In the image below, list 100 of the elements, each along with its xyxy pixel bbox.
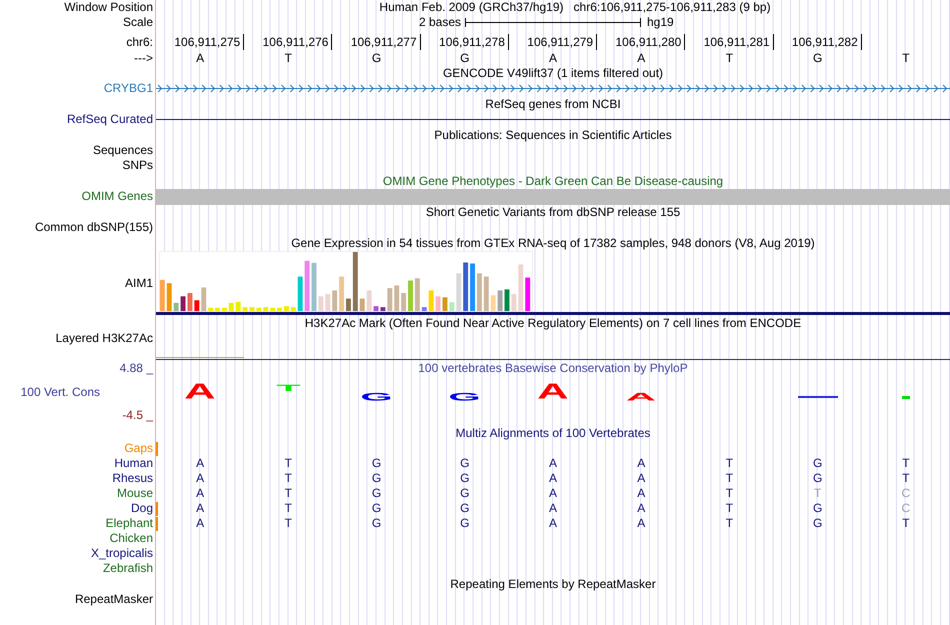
alignment-base: T: [726, 456, 734, 471]
scale-text: 2 bases: [418, 15, 462, 30]
ruler-coordinate: 106,911,277: [350, 34, 421, 50]
alignment-base: A: [548, 471, 557, 486]
alignment-base: T: [284, 471, 292, 486]
expression-bar[interactable]: [180, 296, 186, 312]
logo-letter: A: [537, 381, 569, 403]
alignment-base: A: [637, 516, 646, 531]
species-label[interactable]: Mouse: [116, 486, 153, 501]
alignment-base: T: [726, 471, 734, 486]
alignment-base: A: [637, 501, 646, 516]
assembly-name: Human Feb. 2009 (GRCh37/hg19): [379, 0, 564, 15]
alignment-base: A: [637, 456, 646, 471]
alignment-base: A: [196, 501, 204, 516]
gene-line[interactable]: [156, 119, 950, 120]
alignment-base: A: [637, 471, 646, 486]
expression-bar[interactable]: [463, 262, 468, 312]
species-label[interactable]: Elephant: [106, 516, 153, 531]
track-label[interactable]: SNPs: [122, 158, 153, 173]
alignment-base: G: [812, 456, 822, 471]
base-letter: G: [460, 51, 470, 66]
base-letter: T: [902, 51, 910, 66]
alignment-base: G: [812, 516, 822, 531]
species-label[interactable]: Human: [114, 456, 153, 471]
base-letter: A: [548, 51, 557, 66]
track-title: RefSeq genes from NCBI: [485, 97, 621, 112]
alignment-base: G: [372, 456, 382, 471]
alignment-base: G: [372, 471, 382, 486]
track-label[interactable]: OMIM Genes: [82, 189, 153, 204]
alignment-base: A: [196, 486, 204, 501]
track-title: 100 vertebrates Basewise Conservation by PhyloP: [418, 361, 688, 376]
track-title: GENCODE V49lift37 (1 items filtered out): [442, 66, 664, 81]
alignment-base: A: [548, 516, 557, 531]
row-label: Scale: [122, 15, 153, 30]
alignment-base: G: [460, 471, 470, 486]
species-label[interactable]: Rhesus: [112, 471, 153, 486]
alignment-base: T: [284, 486, 292, 501]
base-letter: G: [812, 51, 822, 66]
alignment-base: T: [284, 516, 292, 531]
expression-bar[interactable]: [346, 298, 351, 312]
alignment-base: T: [284, 501, 292, 516]
expression-bar[interactable]: [187, 293, 192, 312]
alignment-base: T: [726, 486, 734, 501]
position-text: chr6:106,911,275-106,911,283 (9 bp): [574, 0, 771, 15]
track-title: Short Genetic Variants from dbSNP release 155: [426, 205, 680, 220]
ruler-coordinate: 106,911,278: [439, 34, 509, 50]
expression-bar[interactable]: [352, 252, 358, 312]
base-letter: T: [284, 51, 292, 66]
alignment-base: T: [814, 486, 822, 501]
alignment-base: G: [372, 486, 382, 501]
alignment-base: G: [460, 486, 470, 501]
alignment-base: T: [726, 516, 734, 531]
expression-bar[interactable]: [194, 300, 200, 312]
logo-letter: G: [448, 392, 482, 402]
logo-letter: A: [184, 381, 216, 403]
logo-letter: G: [360, 392, 393, 402]
species-label[interactable]: Chicken: [110, 531, 153, 546]
alignment-base: T: [284, 456, 292, 471]
track-label[interactable]: AIM1: [124, 276, 153, 290]
ruler-coordinate: 106,911,282: [792, 34, 862, 50]
track-label[interactable]: CRYBG1: [104, 81, 153, 96]
assembly-label: hg19: [646, 15, 675, 30]
alignment-base: A: [196, 471, 204, 486]
track-title: OMIM Gene Phenotypes - Dark Green Can Be Disease-causing: [382, 174, 724, 189]
logo-letter: A: [626, 392, 656, 402]
alignment-base: A: [548, 486, 557, 501]
gene-bar[interactable]: [156, 188, 950, 204]
alignment-base: A: [548, 456, 557, 471]
track-label[interactable]: Common dbSNP(155): [34, 220, 153, 235]
alignment-base: G: [812, 471, 822, 486]
alignment-base: C: [902, 501, 910, 516]
axis-label: 4.88 _: [120, 361, 153, 376]
track-title: H3K27Ac Mark (Often Found Near Active Regulatory Elements) on 7 cell lines from ENCODE: [304, 316, 802, 331]
species-label[interactable]: Dog: [130, 501, 153, 516]
track-label[interactable]: RefSeq Curated: [66, 112, 153, 127]
track-label[interactable]: Sequences: [92, 143, 153, 158]
expression-bar[interactable]: [504, 289, 510, 312]
ruler-coordinate: 106,911,276: [262, 34, 332, 50]
alignment-base: G: [372, 501, 382, 516]
alignment-base: T: [902, 456, 910, 471]
species-label[interactable]: X_tropicalis: [90, 546, 153, 561]
ruler-coordinate: 106,911,275: [174, 34, 244, 50]
base-letter: T: [726, 51, 734, 66]
track-title: Publications: Sequences in Scientific Articles: [434, 128, 672, 143]
expression-bar[interactable]: [422, 307, 427, 312]
alignment-base: G: [812, 501, 822, 516]
gene-strand-drawing[interactable]: [156, 84, 950, 93]
alignment-base: T: [902, 471, 910, 486]
expression-bar[interactable]: [374, 306, 378, 312]
ruler-coordinate: 106,911,279: [527, 34, 598, 50]
track-title: Repeating Elements by RepeatMasker: [450, 577, 656, 592]
track-label[interactable]: 100 Vert. Cons: [20, 385, 100, 400]
base-letter: A: [637, 51, 646, 66]
track-label[interactable]: RepeatMasker: [74, 592, 153, 607]
alignment-base: A: [637, 486, 646, 501]
track-label[interactable]: Layered H3K27Ac: [56, 331, 153, 346]
expression-bar[interactable]: [380, 307, 386, 312]
alignment-base: A: [196, 456, 204, 471]
logo-letter: T: [276, 384, 300, 392]
species-label[interactable]: Zebrafish: [102, 561, 153, 576]
